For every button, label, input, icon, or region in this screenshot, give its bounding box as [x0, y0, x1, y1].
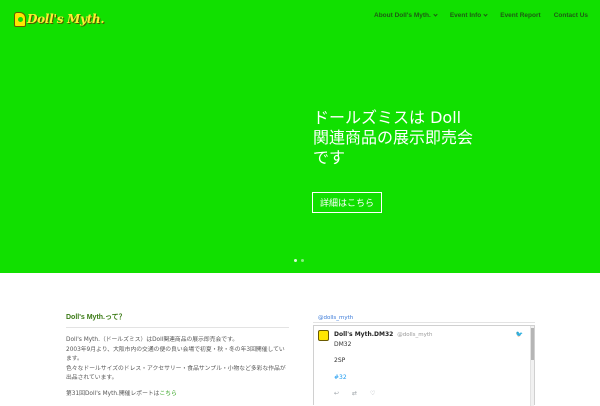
- tweet-header: Doll's Myth.DM32 @dolls_myth: [334, 331, 433, 338]
- slider-dot[interactable]: [301, 259, 304, 262]
- twitter-timeline: Doll's Myth.DM32 @dolls_myth 🐦 DM32 2SP …: [313, 325, 535, 406]
- nav-item-contact[interactable]: Contact Us: [554, 12, 588, 19]
- slider-pagination: [294, 259, 304, 262]
- report-line: 第31回Doll's Myth.開催レポートはこちら: [66, 390, 289, 400]
- site-logo[interactable]: Doll's Myth.: [14, 9, 105, 29]
- nav-item-label: About Doll's Myth.: [374, 12, 431, 19]
- nav-item-about[interactable]: About Doll's Myth.: [374, 12, 438, 19]
- nav-item-label: Contact Us: [553, 12, 588, 19]
- reply-icon[interactable]: ↩: [334, 390, 339, 397]
- tweet-author-name[interactable]: Doll's Myth.DM32: [334, 331, 393, 338]
- tweet-text: 2SP: [334, 357, 346, 364]
- divider: [313, 322, 535, 323]
- avatar[interactable]: [318, 330, 329, 341]
- nav-item-label: Event Info: [449, 12, 482, 19]
- hero-slider: Doll's Myth. About Doll's Myth. Event In…: [0, 0, 600, 273]
- tweet-hashtag[interactable]: #32: [334, 374, 347, 381]
- scrollbar-thumb[interactable]: [531, 328, 534, 360]
- tweet-text: DM32: [334, 341, 352, 348]
- report-prefix: 第31回Doll's Myth.開催レポートは: [66, 390, 160, 397]
- twitter-handle-link[interactable]: @dolls_myth: [318, 315, 353, 321]
- logo-mark-icon: [14, 11, 26, 27]
- report-link[interactable]: こちら: [159, 391, 176, 397]
- about-title: Doll's Myth.って？: [66, 312, 289, 328]
- retweet-icon[interactable]: ⇄: [352, 390, 357, 397]
- hero-line: です: [313, 148, 346, 167]
- about-paragraph: 2003年9月より、大阪市内の交通の便の良い会場で初夏・秋・冬の年3回開催してい…: [66, 346, 285, 363]
- like-icon[interactable]: ♡: [370, 390, 375, 397]
- chevron-down-icon: [433, 12, 438, 17]
- chevron-down-icon: [483, 12, 488, 17]
- main-nav: About Doll's Myth. Event Info Event Repo…: [374, 12, 588, 19]
- logo-text: Doll's Myth.: [27, 12, 105, 26]
- about-paragraph: Doll's Myth.（ドールズミス）はDoll関連商品の展示即売会です。: [66, 337, 239, 343]
- nav-item-label: Event Report: [500, 12, 541, 19]
- nav-item-event-info[interactable]: Event Info: [449, 12, 488, 19]
- details-button[interactable]: 詳細はこちら: [312, 192, 382, 213]
- slider-dot[interactable]: [294, 259, 297, 262]
- about-body: Doll's Myth.（ドールズミス）はDoll関連商品の展示即売会です。 2…: [66, 336, 289, 399]
- nav-item-event-report[interactable]: Event Report: [500, 12, 540, 19]
- hero-line: ドールズミスは Doll: [313, 108, 462, 127]
- about-section: Doll's Myth.って？ Doll's Myth.（ドールズミス）はDol…: [66, 312, 289, 399]
- timeline-scrollbar[interactable]: [530, 326, 534, 406]
- hero-headline: ドールズミスは Doll 関連商品の展示即売会 です: [313, 108, 553, 168]
- hero-line: 関連商品の展示即売会: [313, 128, 474, 147]
- twitter-bird-icon[interactable]: 🐦: [516, 331, 523, 338]
- about-paragraph: 色々なドールサイズのドレス・アクセサリー・食品サンプル・小物など多彩な作品が出品…: [66, 365, 286, 382]
- tweet-author-handle[interactable]: @dolls_myth: [397, 332, 432, 338]
